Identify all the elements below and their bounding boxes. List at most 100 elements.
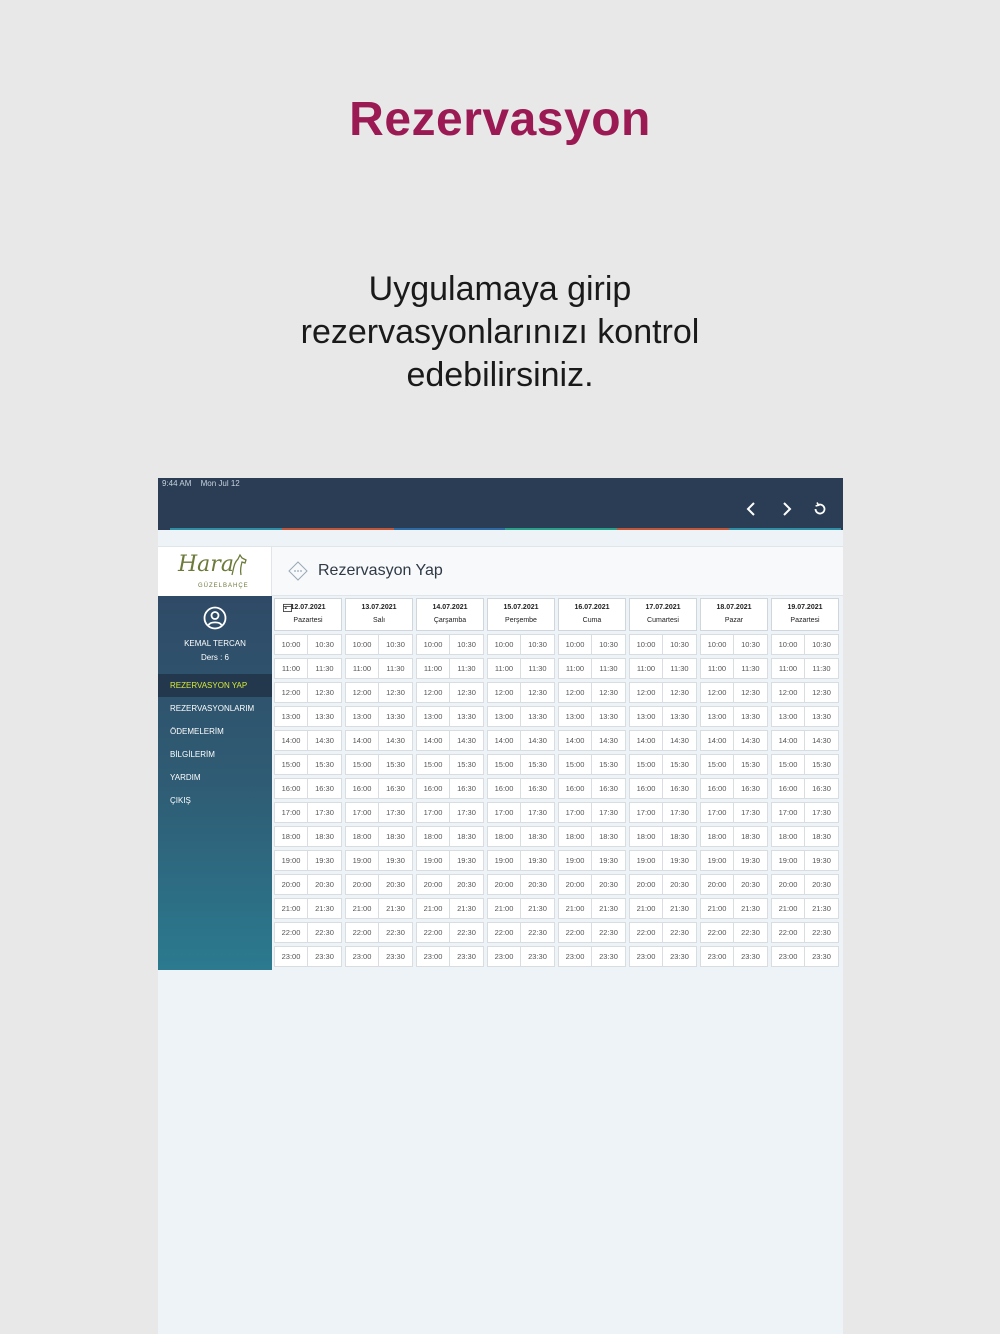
- time-slot[interactable]: 18:30: [308, 826, 342, 847]
- time-slot[interactable]: 14:00: [274, 730, 308, 751]
- time-slot[interactable]: 14:00: [345, 730, 379, 751]
- time-slot[interactable]: 12:30: [805, 682, 839, 703]
- time-slot[interactable]: 18:30: [663, 826, 697, 847]
- time-slot[interactable]: 21:00: [558, 898, 592, 919]
- time-slot[interactable]: 14:30: [379, 730, 413, 751]
- time-slot[interactable]: 11:00: [629, 658, 663, 679]
- time-slot[interactable]: 17:30: [308, 802, 342, 823]
- time-slot[interactable]: 18:00: [629, 826, 663, 847]
- time-slot[interactable]: 17:00: [771, 802, 805, 823]
- time-slot[interactable]: 18:30: [734, 826, 768, 847]
- time-slot[interactable]: 11:00: [771, 658, 805, 679]
- time-slot[interactable]: 22:00: [345, 922, 379, 943]
- time-slot[interactable]: 22:00: [629, 922, 663, 943]
- time-slot[interactable]: 12:30: [379, 682, 413, 703]
- time-slot[interactable]: 16:00: [629, 778, 663, 799]
- time-slot[interactable]: 10:00: [487, 634, 521, 655]
- time-slot[interactable]: 10:30: [379, 634, 413, 655]
- time-slot[interactable]: 17:00: [558, 802, 592, 823]
- time-slot[interactable]: 12:00: [700, 682, 734, 703]
- time-slot[interactable]: 17:00: [700, 802, 734, 823]
- time-slot[interactable]: 15:30: [521, 754, 555, 775]
- time-slot[interactable]: 17:30: [379, 802, 413, 823]
- time-slot[interactable]: 11:00: [416, 658, 450, 679]
- time-slot[interactable]: 14:00: [629, 730, 663, 751]
- time-slot[interactable]: 21:00: [771, 898, 805, 919]
- time-slot[interactable]: 21:00: [416, 898, 450, 919]
- time-slot[interactable]: 23:00: [700, 946, 734, 967]
- sidebar-item-4[interactable]: BİLGİLERİM: [158, 743, 272, 766]
- time-slot[interactable]: 12:00: [558, 682, 592, 703]
- time-slot[interactable]: 12:30: [521, 682, 555, 703]
- time-slot[interactable]: 17:30: [521, 802, 555, 823]
- forward-button[interactable]: [769, 498, 803, 520]
- time-slot[interactable]: 15:30: [450, 754, 484, 775]
- time-slot[interactable]: 18:00: [558, 826, 592, 847]
- time-slot[interactable]: 21:00: [700, 898, 734, 919]
- time-slot[interactable]: 23:30: [450, 946, 484, 967]
- time-slot[interactable]: 17:00: [487, 802, 521, 823]
- time-slot[interactable]: 15:00: [700, 754, 734, 775]
- time-slot[interactable]: 20:00: [629, 874, 663, 895]
- time-slot[interactable]: 13:30: [663, 706, 697, 727]
- time-slot[interactable]: 19:30: [308, 850, 342, 871]
- time-slot[interactable]: 11:00: [700, 658, 734, 679]
- time-slot[interactable]: 23:30: [592, 946, 626, 967]
- refresh-button[interactable]: [803, 498, 837, 520]
- time-slot[interactable]: 22:30: [663, 922, 697, 943]
- time-slot[interactable]: 20:00: [274, 874, 308, 895]
- time-slot[interactable]: 12:00: [416, 682, 450, 703]
- time-slot[interactable]: 13:00: [274, 706, 308, 727]
- sidebar-item-3[interactable]: ÖDEMELERİM: [158, 720, 272, 743]
- time-slot[interactable]: 15:00: [629, 754, 663, 775]
- time-slot[interactable]: 10:00: [558, 634, 592, 655]
- time-slot[interactable]: 16:00: [345, 778, 379, 799]
- time-slot[interactable]: 18:00: [345, 826, 379, 847]
- time-slot[interactable]: 17:00: [345, 802, 379, 823]
- time-slot[interactable]: 22:30: [308, 922, 342, 943]
- time-slot[interactable]: 10:30: [592, 634, 626, 655]
- time-slot[interactable]: 23:00: [487, 946, 521, 967]
- time-slot[interactable]: 19:00: [416, 850, 450, 871]
- time-slot[interactable]: 11:30: [663, 658, 697, 679]
- time-slot[interactable]: 22:30: [379, 922, 413, 943]
- time-slot[interactable]: 19:30: [521, 850, 555, 871]
- time-slot[interactable]: 18:00: [700, 826, 734, 847]
- time-slot[interactable]: 19:00: [629, 850, 663, 871]
- time-slot[interactable]: 10:30: [308, 634, 342, 655]
- time-slot[interactable]: 11:00: [487, 658, 521, 679]
- time-slot[interactable]: 15:30: [308, 754, 342, 775]
- time-slot[interactable]: 19:30: [592, 850, 626, 871]
- time-slot[interactable]: 13:00: [629, 706, 663, 727]
- time-slot[interactable]: 16:30: [592, 778, 626, 799]
- time-slot[interactable]: 21:30: [308, 898, 342, 919]
- time-slot[interactable]: 14:30: [663, 730, 697, 751]
- time-slot[interactable]: 21:00: [274, 898, 308, 919]
- time-slot[interactable]: 14:00: [487, 730, 521, 751]
- time-slot[interactable]: 19:00: [700, 850, 734, 871]
- time-slot[interactable]: 10:00: [274, 634, 308, 655]
- time-slot[interactable]: 11:30: [450, 658, 484, 679]
- time-slot[interactable]: 22:00: [416, 922, 450, 943]
- time-slot[interactable]: 14:30: [734, 730, 768, 751]
- time-slot[interactable]: 23:00: [345, 946, 379, 967]
- time-slot[interactable]: 16:00: [558, 778, 592, 799]
- time-slot[interactable]: 14:30: [450, 730, 484, 751]
- time-slot[interactable]: 18:00: [771, 826, 805, 847]
- time-slot[interactable]: 15:30: [663, 754, 697, 775]
- time-slot[interactable]: 18:00: [416, 826, 450, 847]
- time-slot[interactable]: 19:30: [805, 850, 839, 871]
- time-slot[interactable]: 18:00: [487, 826, 521, 847]
- time-slot[interactable]: 12:30: [663, 682, 697, 703]
- time-slot[interactable]: 15:00: [345, 754, 379, 775]
- time-slot[interactable]: 10:00: [629, 634, 663, 655]
- time-slot[interactable]: 17:30: [734, 802, 768, 823]
- time-slot[interactable]: 21:00: [629, 898, 663, 919]
- time-slot[interactable]: 11:30: [805, 658, 839, 679]
- time-slot[interactable]: 23:30: [663, 946, 697, 967]
- time-slot[interactable]: 14:00: [558, 730, 592, 751]
- time-slot[interactable]: 11:30: [308, 658, 342, 679]
- time-slot[interactable]: 16:00: [416, 778, 450, 799]
- time-slot[interactable]: 23:30: [805, 946, 839, 967]
- time-slot[interactable]: 11:30: [521, 658, 555, 679]
